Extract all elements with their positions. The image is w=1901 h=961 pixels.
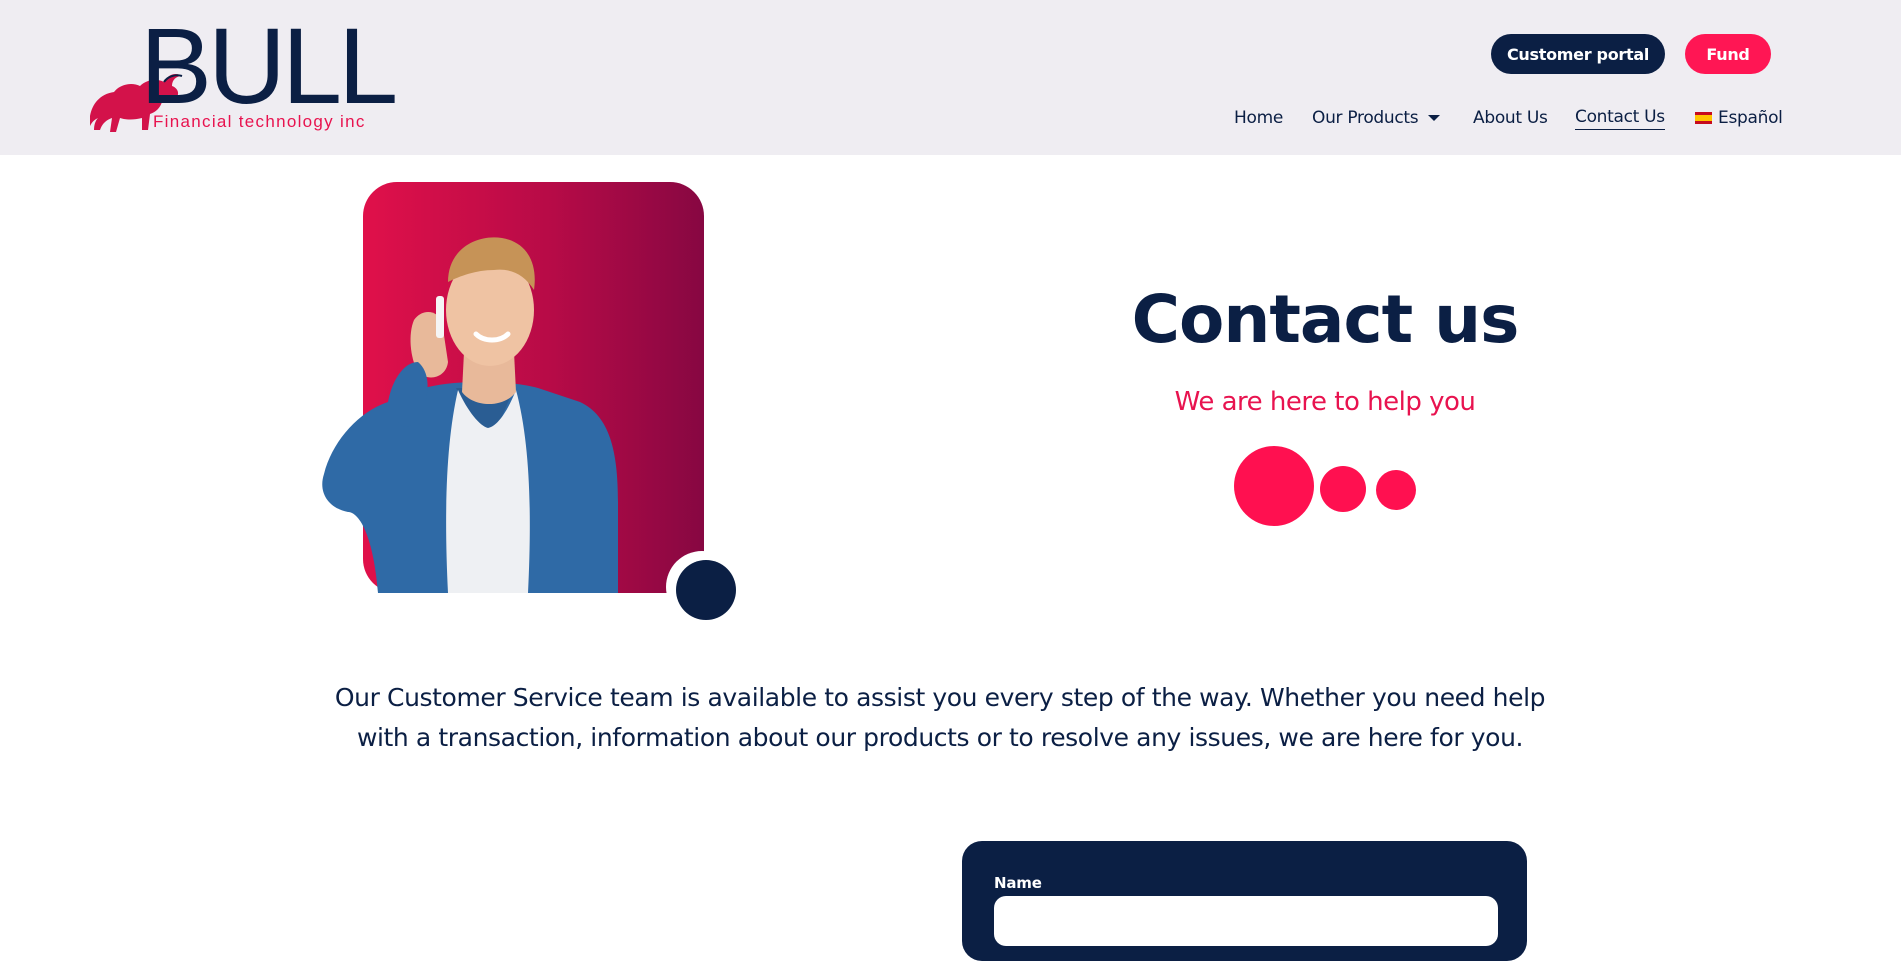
fund-button[interactable]: Fund (1685, 34, 1771, 74)
decorative-dot-large (1234, 446, 1314, 526)
logo-wordmark: BULL (140, 5, 398, 126)
hero-image-card (322, 182, 704, 593)
nav-item-home[interactable]: Home (1234, 106, 1283, 130)
nav-about-label: About Us (1473, 108, 1548, 128)
nav-item-our-products[interactable]: Our Products (1312, 106, 1441, 130)
contact-form: Name (962, 841, 1527, 961)
site-header: BULL Financial technology inc Customer p… (0, 0, 1901, 155)
name-field-label: Name (994, 874, 1042, 892)
nav-products-label: Our Products (1312, 108, 1419, 128)
chevron-down-icon[interactable] (1428, 115, 1441, 121)
nav-item-about-us[interactable]: About Us (1473, 106, 1548, 130)
page-title: Contact us (1131, 281, 1520, 358)
nav-home-label: Home (1234, 108, 1284, 128)
intro-paragraph: Our Customer Service team is available t… (334, 683, 1546, 752)
nav-item-language[interactable]: Español (1695, 106, 1783, 130)
customer-portal-button[interactable]: Customer portal (1491, 34, 1665, 74)
nav-item-contact-us[interactable]: Contact Us (1575, 106, 1665, 130)
brand-logo[interactable]: BULL Financial technology inc (88, 12, 398, 137)
page-subtitle: We are here to help you (1174, 387, 1476, 417)
spain-flag-icon (1695, 112, 1712, 124)
decorative-navy-dot (676, 560, 736, 620)
logo-tagline: Financial technology inc (153, 112, 366, 131)
decorative-dot-small (1376, 470, 1416, 510)
nav-contact-label: Contact Us (1575, 107, 1665, 130)
person-on-phone-photo (322, 237, 618, 593)
decorative-dot-medium (1320, 466, 1366, 512)
name-field[interactable] (994, 896, 1498, 946)
nav-language-label: Español (1718, 108, 1783, 128)
